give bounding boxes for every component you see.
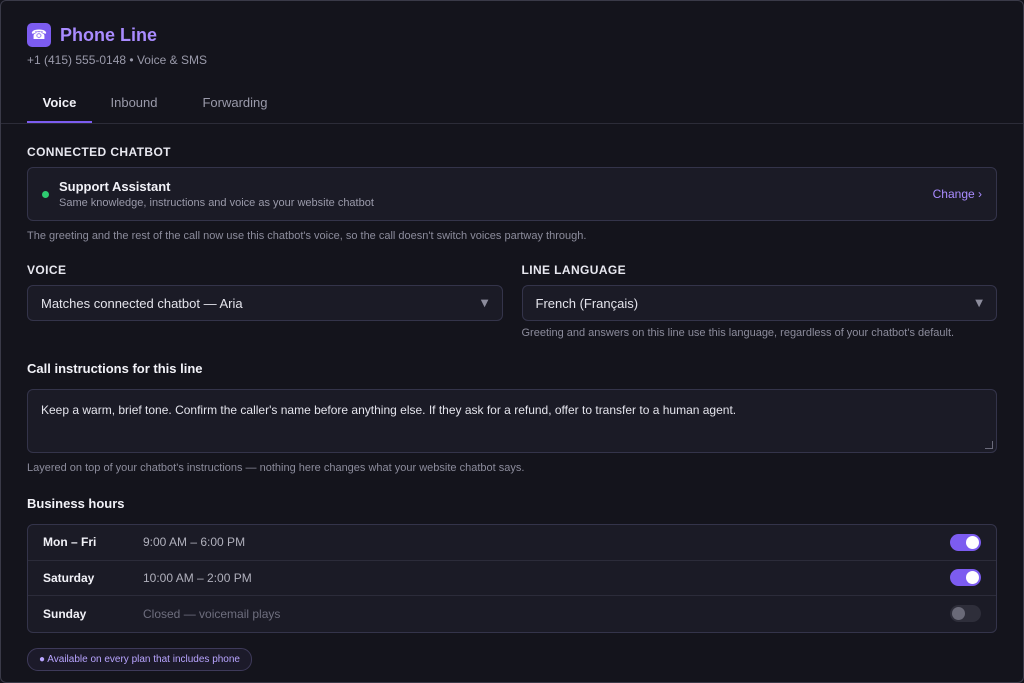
business-hours-heading: Business hours xyxy=(27,496,125,511)
toggle-knob xyxy=(952,607,965,621)
call-instructions-heading: Call instructions for this line xyxy=(27,361,203,376)
hours-row-sunday: Sunday Closed — voicemail plays xyxy=(28,596,996,632)
page-title: Phone Line xyxy=(60,24,158,45)
toggle-knob xyxy=(966,571,979,585)
caret-down-icon: ▼ xyxy=(975,297,983,309)
voice-settings: CONNECTED CHATBOT Support Assistant Same… xyxy=(1,145,1023,671)
call-instructions-value: Keep a warm, brief tone. Confirm the cal… xyxy=(41,403,737,417)
line-language-label: LINE LANGUAGE xyxy=(521,263,627,277)
day-label: Saturday xyxy=(43,570,95,585)
tab-forwarding[interactable]: Forwarding xyxy=(188,87,282,123)
call-instructions-textarea[interactable]: Keep a warm, brief tone. Confirm the cal… xyxy=(27,389,997,453)
phone-number-subtitle: +1 (415) 555-0148 • Voice & SMS xyxy=(27,53,207,67)
line-language-value: French (Français) xyxy=(535,295,639,311)
hours-value: Closed — voicemail plays xyxy=(143,606,281,621)
hours-value: 10:00 AM – 2:00 PM xyxy=(143,570,252,585)
chatbot-description: Same knowledge, instructions and voice a… xyxy=(59,197,374,209)
tab-bar: Voice Inbound Forwarding xyxy=(1,87,1023,124)
voice-column: VOICE Matches connected chatbot — Aria ▼ xyxy=(27,263,503,339)
chatbot-info: Support Assistant Same knowledge, instru… xyxy=(59,179,374,209)
hours-toggle-weekdays[interactable] xyxy=(950,533,981,551)
tab-inbound[interactable]: Inbound xyxy=(92,87,176,123)
voice-select-value: Matches connected chatbot — Aria xyxy=(41,295,243,311)
availability-badge: ● Available on every plan that includes … xyxy=(27,647,252,671)
header: ☎ Phone Line +1 (415) 555-0148 • Voice &… xyxy=(1,1,1023,67)
call-instructions-hint: Layered on top of your chatbot's instruc… xyxy=(27,462,525,474)
line-language-select[interactable]: French (Français) ▼ xyxy=(521,285,997,321)
day-label: Sunday xyxy=(43,606,87,621)
title-row: ☎ Phone Line xyxy=(27,23,997,47)
language-column: LINE LANGUAGE French (Français) ▼ Greeti… xyxy=(521,263,997,339)
tab-voice[interactable]: Voice xyxy=(27,87,92,123)
hours-row-weekdays: Mon – Fri 9:00 AM – 6:00 PM xyxy=(28,525,996,561)
hours-value: 9:00 AM – 6:00 PM xyxy=(143,535,246,550)
business-hours-table: Mon – Fri 9:00 AM – 6:00 PM Saturday 10:… xyxy=(27,524,997,633)
hours-toggle-sunday[interactable] xyxy=(950,605,981,623)
status-dot xyxy=(42,190,49,198)
caret-down-icon: ▼ xyxy=(480,297,489,309)
voice-label: VOICE xyxy=(27,263,67,277)
hours-row-saturday: Saturday 10:00 AM – 2:00 PM xyxy=(28,561,996,596)
hours-toggle-saturday[interactable] xyxy=(950,569,981,587)
chatbot-hint: The greeting and the rest of the call no… xyxy=(27,230,587,242)
day-label: Mon – Fri xyxy=(43,535,97,550)
toggle-knob xyxy=(966,535,979,549)
voice-select[interactable]: Matches connected chatbot — Aria ▼ xyxy=(27,285,503,321)
phone-icon: ☎ xyxy=(27,23,51,47)
connected-chatbot-label: CONNECTED CHATBOT xyxy=(27,145,171,159)
voice-language-row: VOICE Matches connected chatbot — Aria ▼… xyxy=(27,263,997,339)
phone-line-panel: ☎ Phone Line +1 (415) 555-0148 • Voice &… xyxy=(0,0,1024,683)
connected-chatbot-card: Support Assistant Same knowledge, instru… xyxy=(27,167,997,221)
resize-handle-icon[interactable] xyxy=(985,441,993,449)
change-chatbot-link[interactable]: Change › xyxy=(933,187,982,201)
chatbot-name: Support Assistant xyxy=(59,179,171,194)
line-language-hint: Greeting and answers on this line use th… xyxy=(521,327,955,339)
